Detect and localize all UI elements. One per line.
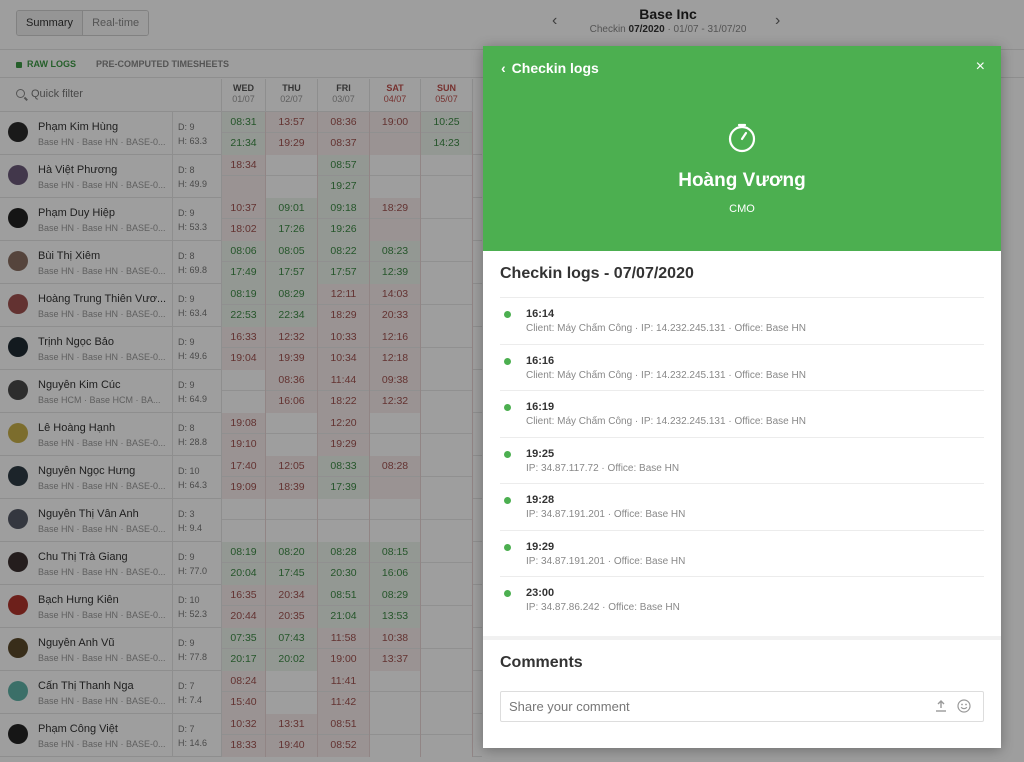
back-button[interactable]: ‹ Checkin logs <box>501 60 599 76</box>
log-time: 16:19 <box>526 401 555 413</box>
log-time: 19:28 <box>526 494 555 506</box>
checkin-log-list: 16:14 Client: Máy Chấm Công · IP: 14.232.… <box>500 297 984 623</box>
status-dot-icon <box>504 497 511 504</box>
log-meta: IP: 34.87.191.201 · Office: Base HN <box>526 509 686 520</box>
log-item: 16:16 Client: Máy Chấm Công · IP: 14.232.… <box>500 343 984 391</box>
log-item: 23:00 IP: 34.87.86.242 · Office: Base HN <box>500 576 984 623</box>
log-meta: IP: 34.87.86.242 · Office: Base HN <box>526 602 680 613</box>
log-meta: Client: Máy Chấm Công · IP: 14.232.245.1… <box>526 369 806 381</box>
smile-icon[interactable] <box>957 699 971 713</box>
panel-header: ‹ Checkin logs × Hoàng Vương CMO <box>483 46 1001 251</box>
log-meta: Client: Máy Chấm Công · IP: 14.232.245.1… <box>526 323 806 334</box>
timer-icon <box>728 123 756 153</box>
comments-title: Comments <box>500 654 583 671</box>
status-dot-icon <box>504 590 511 597</box>
person-name: Hoàng Vương <box>678 170 806 191</box>
checkin-logs-panel: ‹ Checkin logs × Hoàng Vương CMO Checkin … <box>483 46 1001 748</box>
comment-input[interactable] <box>501 692 901 721</box>
status-dot-icon <box>504 357 511 365</box>
log-meta: Client: Máy Chấm Công · IP: 14.232.245.1… <box>526 416 806 427</box>
log-item: 19:25 IP: 34.87.117.72 · Office: Base HN <box>500 436 984 484</box>
close-icon[interactable]: × <box>976 58 985 76</box>
person-role: CMO <box>729 203 755 215</box>
status-dot-icon <box>504 543 511 551</box>
log-item: 19:29 IP: 34.87.191.201 · Office: Base HN <box>500 529 984 577</box>
log-meta: IP: 34.87.117.72 · Office: Base HN <box>526 462 680 474</box>
upload-icon[interactable] <box>935 700 947 712</box>
log-time: 23:00 <box>526 587 555 599</box>
log-meta: IP: 34.87.191.201 · Office: Base HN <box>526 555 686 567</box>
log-time: 19:29 <box>526 540 555 553</box>
status-dot-icon <box>504 450 511 458</box>
log-time: 16:14 <box>526 308 555 320</box>
log-time: 16:16 <box>526 354 555 367</box>
chevron-left-icon: ‹ <box>501 60 506 76</box>
log-item: 19:28 IP: 34.87.191.201 · Office: Base HN <box>500 483 984 530</box>
status-dot-icon <box>504 311 511 318</box>
log-item: 16:14 Client: Máy Chấm Công · IP: 14.232.… <box>500 297 984 344</box>
log-time: 19:25 <box>526 447 555 460</box>
log-item: 16:19 Client: Máy Chấm Công · IP: 14.232.… <box>500 390 984 437</box>
comment-box <box>500 691 984 722</box>
divider <box>483 636 1001 640</box>
back-label: Checkin logs <box>511 60 599 76</box>
status-dot-icon <box>504 404 511 411</box>
logs-title: Checkin logs - 07/07/2020 <box>500 265 694 282</box>
